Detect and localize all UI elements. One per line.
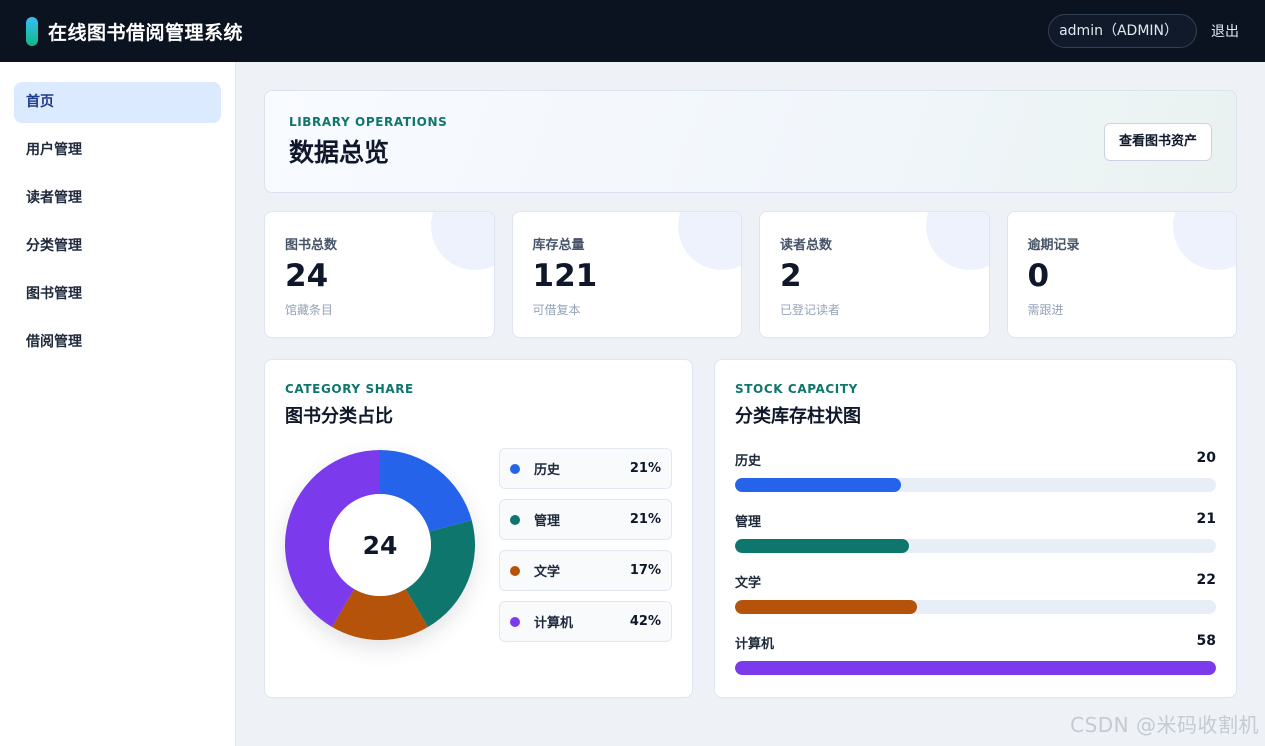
bar-header: 历史 20	[735, 450, 1216, 469]
sidebar-item-home[interactable]: 首页	[14, 82, 221, 123]
view-book-assets-button[interactable]: 查看图书资产	[1103, 122, 1212, 161]
stat-value: 2	[780, 258, 802, 294]
sidebar-item-readers[interactable]: 读者管理	[14, 178, 221, 219]
sidebar: 首页 用户管理 读者管理 分类管理 图书管理 借阅管理	[0, 62, 236, 746]
stat-subtitle: 可借复本	[532, 303, 581, 317]
sidebar-item-categories[interactable]: 分类管理	[14, 226, 221, 267]
brand: 在线图书借阅管理系统	[26, 16, 244, 46]
main-content: LIBRARY OPERATIONS 数据总览 查看图书资产 图书总数 24 馆…	[264, 90, 1237, 698]
bar-fill	[735, 478, 901, 492]
legend-label: 计算机	[534, 616, 574, 631]
stock-title: 分类库存柱状图	[735, 406, 861, 427]
bar-track	[735, 661, 1216, 675]
overview-eyebrow: LIBRARY OPERATIONS	[289, 114, 448, 129]
top-bar-actions: admin（ADMIN） 退出	[1048, 14, 1239, 48]
legend-dot	[510, 565, 520, 576]
bar-fill	[735, 661, 1216, 675]
overview-header: LIBRARY OPERATIONS 数据总览 查看图书资产	[264, 90, 1237, 193]
stat-subtitle: 需跟进	[1027, 303, 1064, 317]
legend-item: 计算机 42%	[499, 601, 672, 642]
watermark: CSDN @米码收割机	[1070, 713, 1259, 737]
stat-value: 24	[285, 258, 329, 294]
bar-header: 管理 21	[735, 511, 1216, 530]
stock-capacity-panel: STOCK CAPACITY 分类库存柱状图 历史 20 管理 21 文学 22 计算机 58	[714, 359, 1237, 698]
legend-dot	[510, 463, 520, 474]
stat-label: 读者总数	[780, 238, 833, 253]
legend-item: 历史 21%	[499, 448, 672, 489]
legend-percent: 42%	[629, 614, 661, 629]
stat-value: 0	[1027, 258, 1050, 294]
sidebar-item-books[interactable]: 图书管理	[14, 274, 221, 315]
bar-value: 21	[1196, 511, 1216, 527]
legend-item: 管理 21%	[499, 499, 672, 540]
stat-cards: 图书总数 24 馆藏条目 库存总量 121 可借复本 读者总数 2 已登记读者 …	[264, 211, 1237, 338]
stat-card-readers: 读者总数 2 已登记读者	[759, 211, 990, 338]
bar-label: 计算机	[735, 637, 775, 652]
legend-item: 文学 17%	[499, 550, 672, 591]
bar-track	[735, 600, 1216, 614]
legend-percent: 21%	[629, 461, 661, 476]
app-title: 在线图书借阅管理系统	[48, 21, 244, 44]
stock-eyebrow: STOCK CAPACITY	[735, 382, 858, 396]
category-eyebrow: CATEGORY SHARE	[285, 382, 414, 396]
chart-panels: CATEGORY SHARE 图书分类占比 24 历史 21% 管理 21% 文学 17%…	[264, 359, 1237, 698]
stat-label: 逾期记录	[1027, 238, 1080, 253]
stat-label: 库存总量	[532, 238, 585, 253]
bar-label: 文学	[735, 576, 762, 591]
bar-fill	[735, 600, 918, 614]
stat-card-books: 图书总数 24 馆藏条目	[264, 211, 495, 338]
sidebar-item-borrowing[interactable]: 借阅管理	[14, 322, 221, 363]
category-title: 图书分类占比	[285, 406, 393, 427]
stat-subtitle: 已登记读者	[780, 303, 841, 317]
page-title: 数据总览	[289, 137, 390, 167]
bar-row: 管理 21	[735, 511, 1216, 553]
user-badge[interactable]: admin（ADMIN）	[1048, 14, 1197, 48]
stat-subtitle: 馆藏条目	[285, 303, 334, 317]
bar-row: 计算机 58	[735, 633, 1216, 675]
legend-label: 管理	[534, 514, 561, 529]
legend-percent: 17%	[629, 563, 661, 578]
legend-label: 历史	[534, 463, 561, 478]
sidebar-item-users[interactable]: 用户管理	[14, 130, 221, 171]
legend-percent: 21%	[629, 512, 661, 527]
stat-card-stock: 库存总量 121 可借复本	[511, 211, 742, 338]
bar-header: 文学 22	[735, 572, 1216, 591]
bar-label: 历史	[735, 454, 762, 469]
legend-dot	[510, 514, 520, 525]
legend-label: 文学	[534, 565, 561, 580]
bar-header: 计算机 58	[735, 633, 1216, 652]
brand-logo-icon	[26, 16, 38, 46]
stat-label: 图书总数	[285, 238, 338, 253]
donut-center-value: 24	[362, 530, 398, 560]
bar-track	[735, 478, 1216, 492]
category-share-panel: CATEGORY SHARE 图书分类占比 24 历史 21% 管理 21% 文学 17%…	[264, 359, 693, 698]
bar-track	[735, 539, 1216, 553]
donut-chart: 24	[285, 450, 475, 640]
legend-dot	[510, 616, 520, 627]
bar-label: 管理	[735, 515, 762, 530]
bar-fill	[735, 539, 910, 553]
bar-value: 58	[1196, 633, 1216, 649]
stat-card-overdue: 逾期记录 0 需跟进	[1006, 211, 1237, 338]
donut-row: 24 历史 21% 管理 21% 文学 17% 计算机 42%	[285, 448, 672, 652]
top-bar: 在线图书借阅管理系统 admin（ADMIN） 退出	[0, 0, 1265, 62]
bar-row: 历史 20	[735, 450, 1216, 492]
donut-legend: 历史 21% 管理 21% 文学 17% 计算机 42%	[499, 448, 672, 652]
stat-value: 121	[532, 258, 598, 294]
bar-value: 22	[1196, 572, 1216, 588]
bar-value: 20	[1196, 450, 1216, 466]
logout-button[interactable]: 退出	[1211, 21, 1239, 41]
bar-row: 文学 22	[735, 572, 1216, 614]
stock-bars: 历史 20 管理 21 文学 22 计算机 58	[735, 450, 1216, 675]
